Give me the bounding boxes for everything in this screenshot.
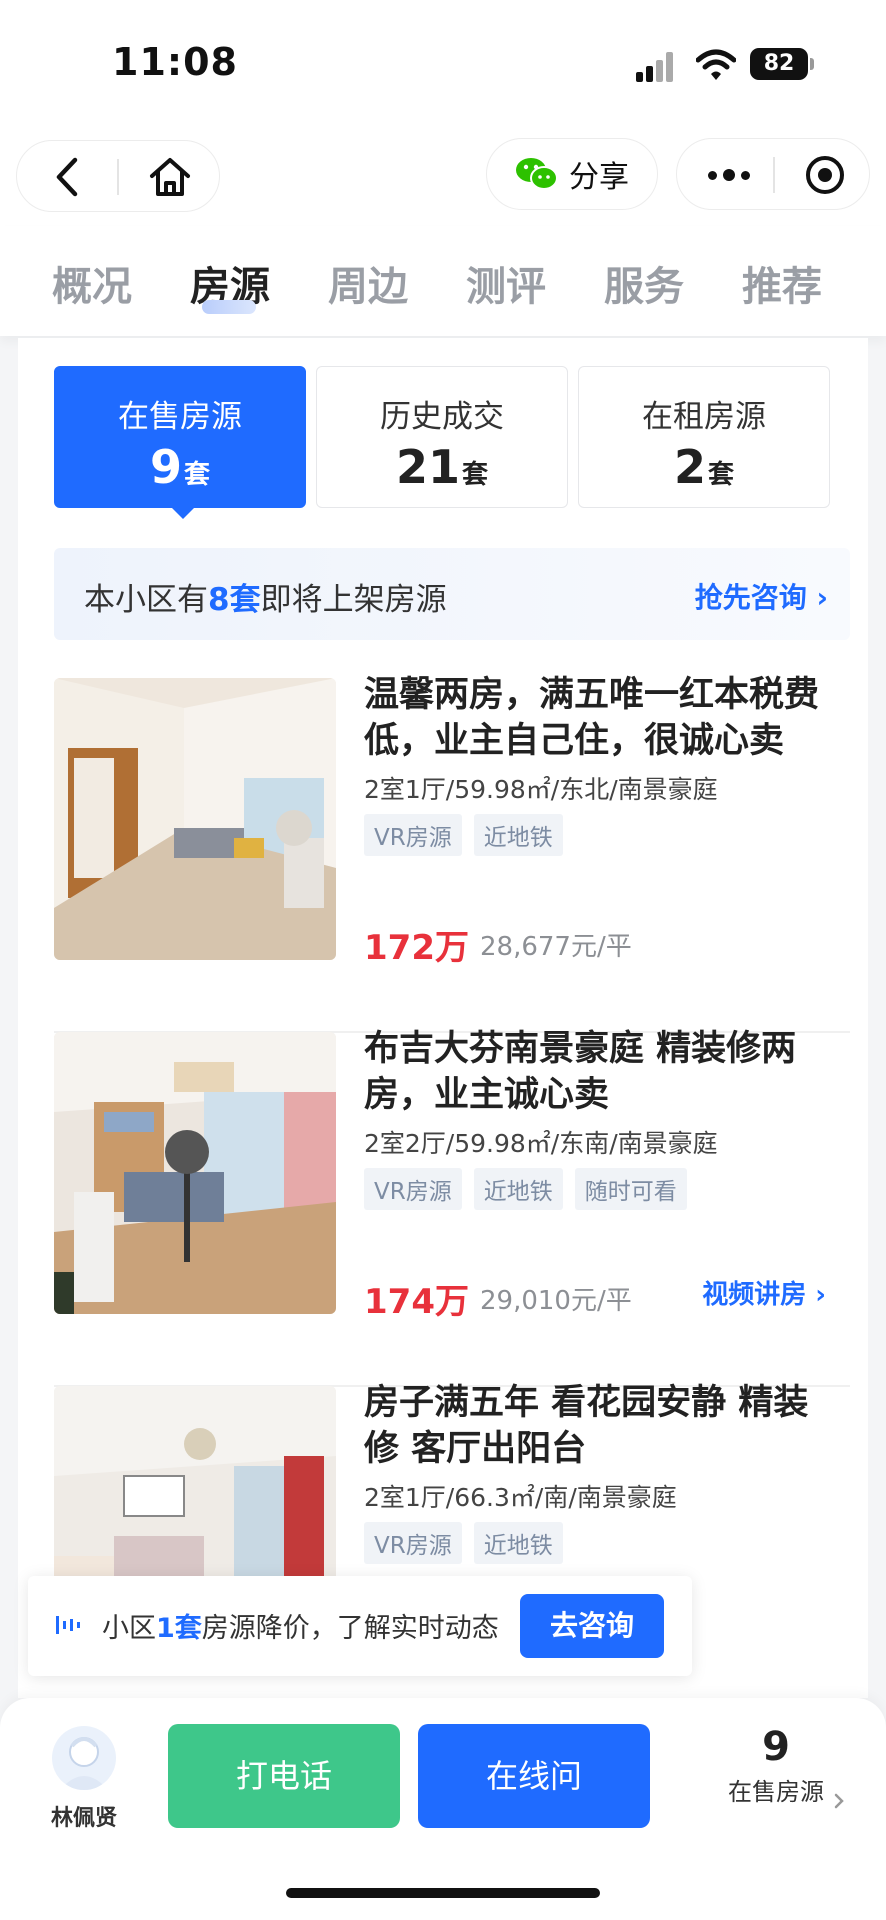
for-sale-count: 9: [762, 1724, 790, 1770]
listing-tags: VR房源 近地铁: [364, 814, 563, 856]
agent-profile[interactable]: 林佩贤: [26, 1726, 142, 1832]
banner-suffix: 即将上架房源: [260, 582, 447, 618]
listing-tags: VR房源 近地铁: [364, 1522, 563, 1564]
segment-title: 在租房源: [642, 399, 766, 435]
segment-title: 历史成交: [380, 399, 504, 435]
more-dot: [741, 170, 750, 180]
back-button[interactable]: [43, 153, 91, 201]
listing-tag: 随时可看: [574, 1168, 687, 1210]
banner-prefix: 本小区有: [84, 582, 208, 618]
section-tab-bar: 概况 房源 周边 测评 服务 推荐: [0, 226, 886, 336]
call-button[interactable]: 打电话: [168, 1724, 400, 1828]
listing-photo: [54, 678, 336, 960]
capsule-divider: [117, 159, 119, 195]
banner-highlight: 8套: [208, 582, 261, 618]
segment-count-value: 21: [395, 440, 460, 494]
segment-history-deals[interactable]: 历史成交 21套: [316, 366, 568, 508]
segment-for-sale[interactable]: 在售房源 9套: [54, 366, 306, 519]
share-button[interactable]: 分享: [486, 138, 658, 210]
listing-meta: 2室1厅/66.3㎡/南/南景豪庭: [364, 1483, 677, 1512]
tab-services[interactable]: 服务: [604, 254, 684, 312]
consult-button[interactable]: 去咨询: [520, 1594, 664, 1658]
listing-tag: VR房源: [364, 814, 462, 856]
segment-unit: 套: [184, 460, 211, 490]
segment-count: 21套: [317, 440, 567, 494]
listing-tag: VR房源: [364, 1522, 462, 1564]
upcoming-listings-banner: 本小区有8套即将上架房源 抢先咨询 ›: [54, 548, 850, 640]
listing-price: 174万: [364, 1282, 469, 1322]
listing-unit-price: 28,677元/平: [480, 932, 632, 962]
share-label: 分享: [569, 160, 629, 195]
online-chat-button[interactable]: 在线问: [418, 1724, 650, 1828]
listing-tag: 近地铁: [473, 814, 563, 856]
segment-unit: 套: [462, 460, 489, 490]
segment-count: 2套: [579, 440, 829, 494]
tip-prefix: 小区: [102, 1613, 156, 1644]
tab-review[interactable]: 测评: [466, 254, 546, 312]
nav-right-capsule: [676, 138, 870, 210]
tab-overview[interactable]: 概况: [52, 254, 132, 312]
chevron-right-icon: ›: [815, 1280, 826, 1310]
avatar: [52, 1726, 116, 1790]
wechat-icon: [515, 156, 559, 192]
nav-left-capsule: [16, 140, 220, 212]
tip-highlight: 1套: [156, 1613, 202, 1644]
tip-suffix: 房源降价，了解实时动态: [201, 1613, 499, 1644]
video-tour-link[interactable]: 视频讲房 ›: [702, 1274, 826, 1311]
listings-panel: 在售房源 9套 历史成交 21套 在租房源 2套 本小区有8套即将上架房源 抢先…: [18, 338, 868, 1698]
agent-name: 林佩贤: [50, 1806, 117, 1831]
listing-title: 房子满五年 看花园安静 精装修 客厅出阳台: [364, 1383, 809, 1469]
battery-indicator: 82: [750, 48, 814, 80]
segment-unit: 套: [708, 460, 735, 490]
capsule-divider: [773, 157, 775, 193]
more-button[interactable]: [697, 151, 761, 199]
chevron-right-icon: [834, 1793, 844, 1809]
listing-meta: 2室1厅/59.98㎡/东北/南景豪庭: [364, 775, 718, 804]
segment-for-rent[interactable]: 在租房源 2套: [578, 366, 830, 508]
more-dot: [708, 170, 717, 180]
banner-text: 本小区有8套即将上架房源: [84, 574, 447, 619]
listing-tag: 近地铁: [473, 1522, 563, 1564]
listing-tag: 近地铁: [473, 1168, 563, 1210]
listing-title: 布吉大芬南景豪庭 精装修两房，业主诚心卖: [364, 1029, 797, 1115]
segment-count-value: 2: [673, 440, 706, 494]
more-dot: [723, 169, 735, 181]
home-indicator: [286, 1888, 600, 1898]
bottom-action-bar: 林佩贤 打电话 在线问 9 在售房源: [0, 1698, 886, 1920]
listing-price: 172万: [364, 928, 469, 968]
status-time: 11:08: [112, 40, 238, 84]
home-icon: [150, 158, 190, 196]
back-arrow-icon: [56, 157, 78, 197]
sound-wave-icon: [56, 1616, 80, 1634]
listing-title: 温馨两房，满五唯一红本税费低，业主自己住，很诚心卖: [364, 675, 820, 761]
home-button[interactable]: [145, 153, 195, 201]
listing-unit-price: 29,010元/平: [480, 1286, 632, 1316]
listing-tags: VR房源 近地铁 随时可看: [364, 1168, 687, 1210]
listing-photo: [54, 1032, 336, 1314]
nav-bar: 分享: [0, 130, 886, 226]
close-miniprogram-button[interactable]: [801, 151, 849, 199]
listing-card[interactable]: 温馨两房，满五唯一红本税费低，业主自己住，很诚心卖 2室1厅/59.98㎡/东北…: [54, 675, 850, 1033]
for-sale-label: 在售房源: [728, 1778, 824, 1806]
for-sale-count-link[interactable]: 9 在售房源: [706, 1724, 846, 1809]
video-tour-label: 视频讲房: [702, 1280, 807, 1310]
segment-title: 在售房源: [118, 399, 242, 435]
tab-surroundings[interactable]: 周边: [328, 254, 408, 312]
wifi-icon: [695, 48, 737, 82]
segment-count-value: 9: [149, 440, 182, 494]
tip-text: 小区1套房源降价，了解实时动态: [102, 1606, 499, 1645]
target-icon: [806, 156, 844, 194]
consult-first-label: 抢先咨询: [694, 581, 807, 614]
listing-meta: 2室2厅/59.98㎡/东南/南景豪庭: [364, 1129, 718, 1158]
segment-count: 9套: [55, 440, 305, 494]
chevron-right-icon: ›: [816, 581, 828, 614]
tab-recommend[interactable]: 推荐: [742, 254, 822, 312]
listing-tag: VR房源: [364, 1168, 462, 1210]
listing-card[interactable]: 布吉大芬南景豪庭 精装修两房，业主诚心卖 2室2厅/59.98㎡/东南/南景豪庭…: [54, 1029, 850, 1387]
consult-first-link[interactable]: 抢先咨询 ›: [695, 576, 828, 616]
active-tab-indicator: [202, 300, 256, 314]
signal-icon: [636, 50, 680, 82]
status-bar: 11:08 82: [0, 0, 886, 130]
price-drop-tip: 小区1套房源降价，了解实时动态 去咨询: [28, 1576, 692, 1676]
